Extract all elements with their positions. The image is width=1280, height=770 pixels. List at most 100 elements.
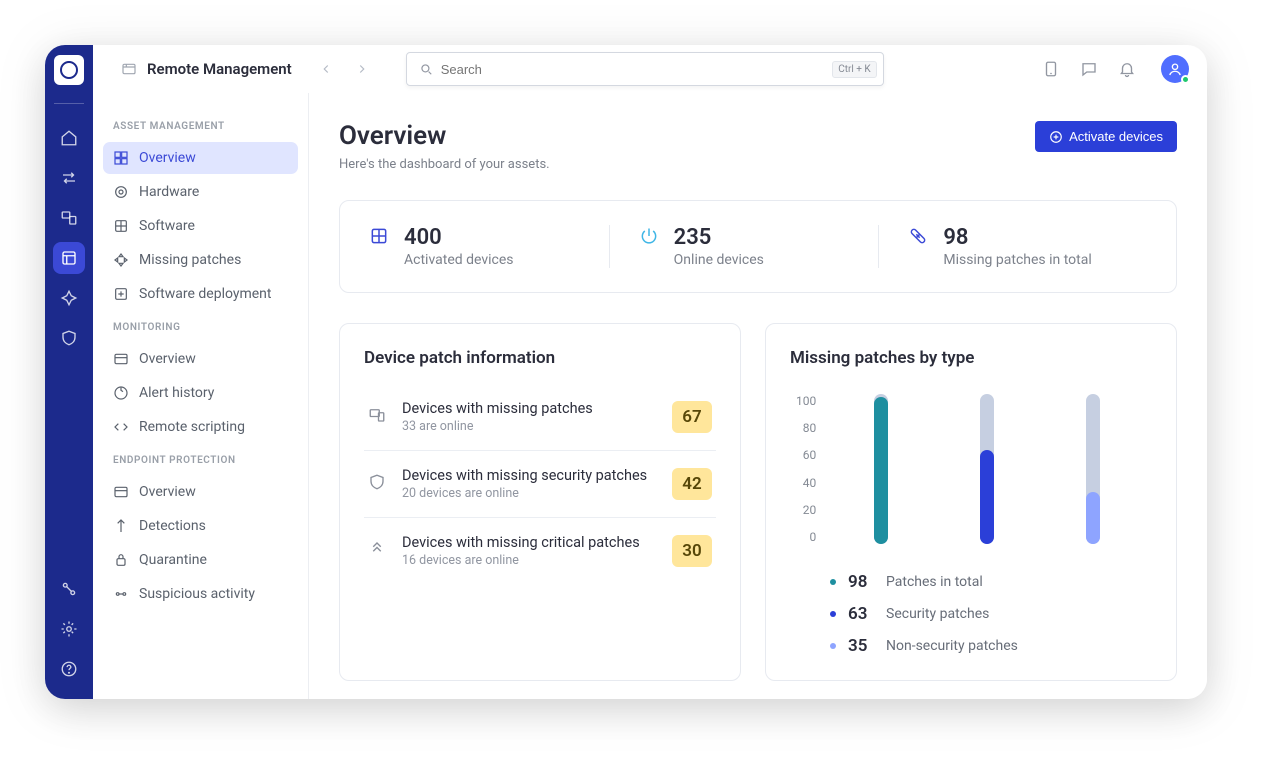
sidebar-item-overview-asset[interactable]: Overview [103, 142, 298, 174]
row-title: Devices with missing patches [402, 400, 658, 417]
sidebar-item-remote-scripting[interactable]: Remote scripting [103, 411, 298, 443]
summary-card: 400 Activated devices 235 Online devices [339, 200, 1177, 293]
missing-patches-chart-panel: Missing patches by type 100806040200 98P… [765, 323, 1177, 681]
patch-row-missing: Devices with missing patches 33 are onli… [364, 384, 716, 450]
nav-back-button[interactable] [314, 57, 338, 81]
y-tick: 20 [803, 503, 817, 517]
online-status-dot [1181, 75, 1190, 84]
stat-activated: 400 Activated devices [368, 225, 609, 268]
stat-missing-patches: 98 Missing patches in total [878, 225, 1148, 268]
row-sub: 20 devices are online [402, 486, 658, 501]
sidebar-item-label: Overview [139, 351, 196, 367]
search-icon [419, 62, 433, 76]
legend-value: 35 [848, 636, 874, 656]
sidebar-item-label: Missing patches [139, 252, 241, 268]
stat-label: Online devices [674, 252, 764, 268]
patch-row-security: Devices with missing security patches 20… [364, 450, 716, 517]
bar-fill [1086, 492, 1100, 545]
stat-value: 235 [674, 225, 764, 250]
search-input[interactable] [441, 62, 832, 77]
rail-help-icon[interactable] [53, 653, 85, 685]
search-shortcut: Ctrl + K [832, 61, 877, 78]
main-area: Overview Here's the dashboard of your as… [309, 93, 1207, 699]
rail-integrations-icon[interactable] [53, 573, 85, 605]
y-tick: 0 [809, 530, 816, 544]
shield-icon [368, 473, 388, 495]
sidebar-item-detections[interactable]: Detections [103, 510, 298, 542]
rail-transfer-icon[interactable] [53, 162, 85, 194]
sidebar-item-alert-history[interactable]: Alert history [103, 377, 298, 409]
legend-dot [830, 579, 836, 585]
section-label-endpoint: ENDPOINT PROTECTION [103, 445, 298, 474]
stat-label: Missing patches in total [943, 252, 1091, 268]
avatar[interactable] [1161, 55, 1189, 83]
rail-home-icon[interactable] [53, 122, 85, 154]
sidebar-item-missing-patches[interactable]: Missing patches [103, 244, 298, 276]
sidebar-item-overview-monitoring[interactable]: Overview [103, 343, 298, 375]
y-tick: 100 [796, 394, 816, 408]
legend-label: Patches in total [886, 574, 983, 590]
sidebar-item-hardware[interactable]: Hardware [103, 176, 298, 208]
bar-fill [980, 450, 994, 545]
chat-icon[interactable] [1079, 59, 1099, 79]
legend-dot [830, 643, 836, 649]
panel-title: Device patch information [364, 348, 716, 368]
app-logo[interactable] [54, 55, 84, 85]
sidebar-item-label: Remote scripting [139, 419, 245, 435]
count-badge: 67 [672, 401, 712, 433]
legend-dot [830, 611, 836, 617]
row-title: Devices with missing critical patches [402, 534, 658, 551]
top-bar-title: Remote Management [147, 60, 292, 78]
devices-icon[interactable] [1041, 59, 1061, 79]
legend-label: Non-security patches [886, 638, 1018, 654]
page-subtitle: Here's the dashboard of your assets. [339, 157, 550, 172]
sidebar-item-label: Alert history [139, 385, 214, 401]
sidebar-item-quarantine[interactable]: Quarantine [103, 544, 298, 576]
legend-label: Security patches [886, 606, 989, 622]
app-window: Remote Management Ctrl + K [45, 45, 1207, 699]
legend-row: 35 Non-security patches [830, 636, 1112, 656]
bar-chart: 100806040200 [790, 384, 1152, 552]
legend-value: 98 [848, 572, 874, 592]
rail-spark-icon[interactable] [53, 282, 85, 314]
section-label-asset: ASSET MANAGEMENT [103, 111, 298, 140]
legend-row: 63 Security patches [830, 604, 1112, 624]
row-title: Devices with missing security patches [402, 467, 658, 484]
stat-label: Activated devices [404, 252, 514, 268]
sidebar-item-label: Hardware [139, 184, 199, 200]
activate-devices-button[interactable]: Activate devices [1035, 121, 1177, 152]
bar-fill [874, 397, 888, 544]
page-title: Overview [339, 121, 550, 151]
nav-forward-button[interactable] [350, 57, 374, 81]
sidebar-item-label: Overview [139, 484, 196, 500]
rail-settings-icon[interactable] [53, 613, 85, 645]
rail-management-icon[interactable] [53, 242, 85, 274]
sidebar-item-label: Software [139, 218, 195, 234]
sidebar-item-label: Software deployment [139, 286, 272, 302]
stat-online: 235 Online devices [609, 225, 879, 268]
sidebar-item-label: Suspicious activity [139, 586, 255, 602]
plus-circle-icon [1049, 130, 1063, 144]
y-tick: 60 [803, 448, 817, 462]
bar [1086, 394, 1100, 544]
sidebar-item-suspicious-activity[interactable]: Suspicious activity [103, 578, 298, 610]
device-patch-info-panel: Device patch information Devices with mi… [339, 323, 741, 681]
search-field[interactable]: Ctrl + K [406, 52, 884, 86]
legend-row: 98 Patches in total [830, 572, 1112, 592]
panel-title: Missing patches by type [790, 348, 1152, 368]
bell-icon[interactable] [1117, 59, 1137, 79]
patch-row-critical: Devices with missing critical patches 16… [364, 517, 716, 584]
bars-area [828, 394, 1146, 544]
legend-value: 63 [848, 604, 874, 624]
y-tick: 80 [803, 421, 817, 435]
sidebar-item-software-deployment[interactable]: Software deployment [103, 278, 298, 310]
sidebar-item-software[interactable]: Software [103, 210, 298, 242]
stat-value: 400 [404, 225, 514, 250]
count-badge: 42 [672, 468, 712, 500]
sidebar-item-label: Detections [139, 518, 206, 534]
bandage-icon [907, 225, 929, 247]
bar [980, 394, 994, 544]
rail-devices-icon[interactable] [53, 202, 85, 234]
sidebar-item-overview-endpoint[interactable]: Overview [103, 476, 298, 508]
rail-shield-icon[interactable] [53, 322, 85, 354]
